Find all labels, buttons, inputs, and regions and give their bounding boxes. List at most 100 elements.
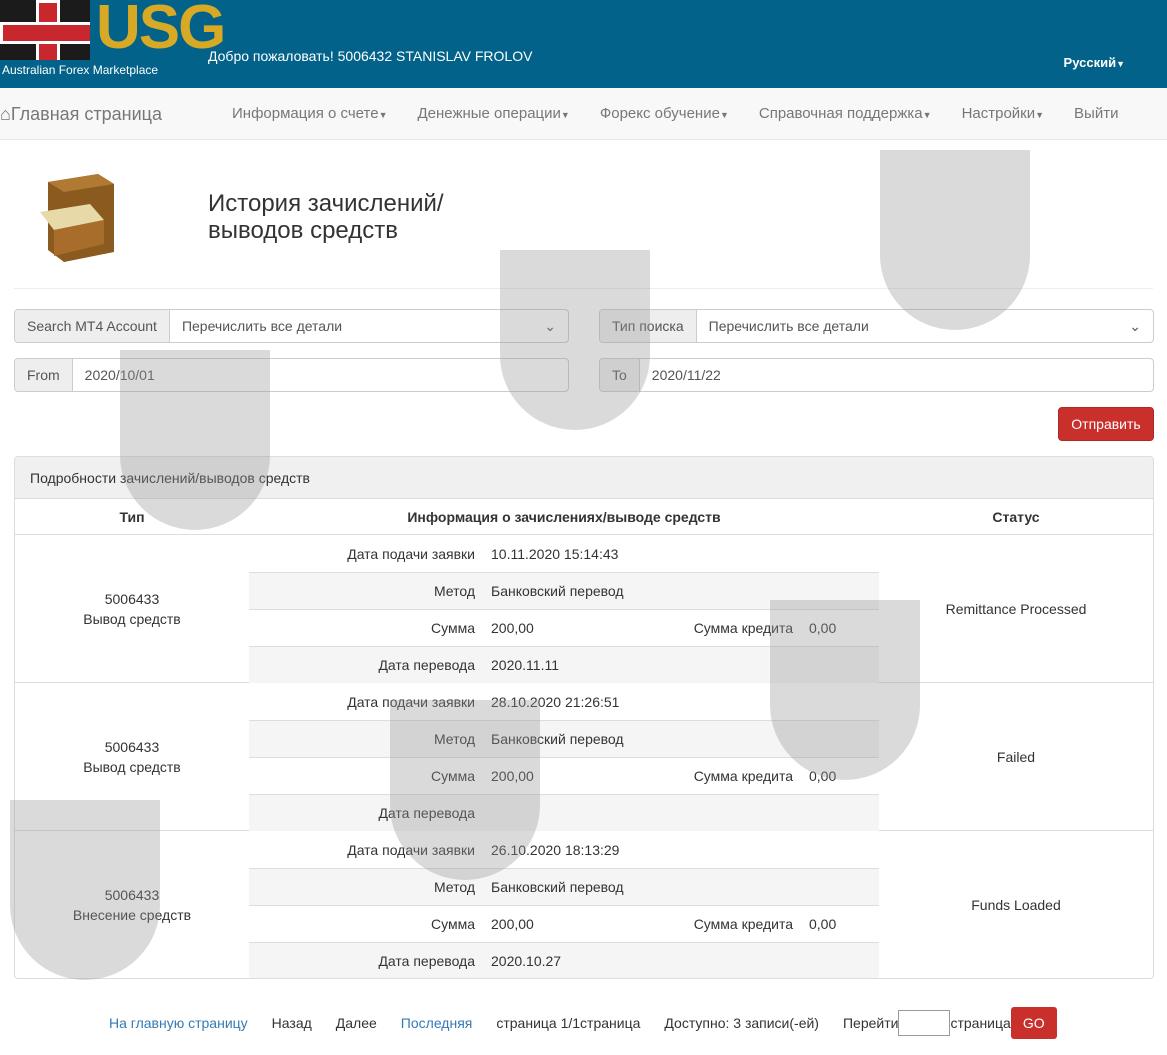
nav-forex-education[interactable]: Форекс обучение▼ bbox=[600, 105, 729, 122]
method: Банковский перевод bbox=[491, 583, 624, 599]
file-cabinet-icon bbox=[40, 174, 114, 262]
nav-account-info[interactable]: Информация о счете▼ bbox=[232, 105, 387, 122]
label-credit: Сумма кредита bbox=[693, 916, 793, 932]
col-status: Статус bbox=[992, 508, 1040, 525]
welcome-text: Добро пожаловать! 5006432 STANISLAV FROL… bbox=[208, 48, 533, 64]
nav-money-operations[interactable]: Денежные операции▼ bbox=[417, 105, 569, 122]
label-date: Дата подачи заявки bbox=[347, 545, 475, 562]
label-credit: Сумма кредита bbox=[693, 768, 793, 784]
search-type-label: Тип поиска bbox=[600, 310, 697, 342]
transaction-type: Внесение средств bbox=[72, 907, 192, 923]
pagination: На главную страницу Назад Далее Последня… bbox=[109, 1007, 1057, 1039]
goto-suffix: страница bbox=[950, 1015, 1011, 1031]
request-date: 10.11.2020 15:14:43 bbox=[491, 545, 619, 562]
credit-amount: 0,00 bbox=[809, 620, 837, 636]
label-transfer: Дата перевода bbox=[378, 805, 475, 821]
language-dropdown[interactable]: Русский▼ bbox=[1064, 55, 1125, 70]
nav-support[interactable]: Справочная поддержка▼ bbox=[759, 105, 932, 122]
usg-logo[interactable]: USG Australian Forex Marketplace bbox=[0, 0, 226, 80]
flag-icon bbox=[0, 0, 90, 60]
pager-last-link[interactable]: Последняя bbox=[401, 1015, 473, 1031]
label-date: Дата подачи заявки bbox=[347, 841, 475, 858]
account-label: Search MT4 Account bbox=[15, 310, 170, 342]
account-number: 5006433 bbox=[104, 590, 160, 607]
to-date-field[interactable]: To 2020/11/22 bbox=[599, 358, 1154, 392]
home-link[interactable]: ⌂Главная страница bbox=[0, 104, 162, 125]
request-date: 26.10.2020 18:13:29 bbox=[491, 841, 620, 858]
language-label: Русский bbox=[1063, 55, 1117, 70]
search-type-select[interactable]: Тип поиска Перечислить все детали ⌄ bbox=[599, 309, 1154, 343]
top-banner: USG Australian Forex Marketplace Добро п… bbox=[0, 0, 1167, 88]
label-method: Метод bbox=[433, 731, 475, 747]
table-header: Тип Информация о зачислениях/выводе сред… bbox=[15, 499, 1153, 535]
caret-icon: ▼ bbox=[719, 110, 729, 120]
amount: 200,00 bbox=[491, 768, 534, 784]
nav-logout[interactable]: Выйти bbox=[1074, 105, 1118, 122]
transaction-type: Вывод средств bbox=[83, 610, 181, 627]
label-method: Метод bbox=[433, 583, 475, 599]
caret-icon: ▼ bbox=[1035, 110, 1045, 120]
label-date: Дата подачи заявки bbox=[347, 693, 475, 710]
nav-label: Форекс обучение bbox=[599, 105, 720, 122]
status-text: Remittance Processed bbox=[945, 600, 1087, 617]
col-type: Тип bbox=[119, 508, 145, 525]
submit-button[interactable]: Отправить bbox=[1058, 407, 1154, 441]
title-line: выводов средств bbox=[208, 217, 398, 244]
nav-label: Справочная поддержка bbox=[758, 105, 923, 122]
to-value: 2020/11/22 bbox=[651, 367, 721, 383]
page-title: История зачислений/выводов средств bbox=[208, 190, 444, 244]
divider bbox=[14, 288, 1153, 289]
caret-icon: ▼ bbox=[560, 110, 570, 120]
transfer-date: 2020.10.27 bbox=[491, 953, 562, 969]
col-info: Информация о зачислениях/выводе средств bbox=[407, 508, 721, 525]
amount: 200,00 bbox=[491, 620, 534, 636]
home-icon: ⌂ bbox=[0, 104, 11, 124]
account-number: 5006433 bbox=[104, 738, 160, 755]
logo-text: USG bbox=[96, 0, 226, 62]
go-button[interactable]: GO bbox=[1010, 1007, 1057, 1039]
label-amount: Сумма bbox=[431, 916, 475, 932]
label-amount: Сумма bbox=[431, 620, 475, 636]
records-count: Доступно: 3 записи(-ей) bbox=[664, 1015, 819, 1031]
history-panel: Подробности зачислений/выводов средств Т… bbox=[14, 456, 1154, 979]
home-label: Главная страница bbox=[10, 104, 162, 124]
table-row: 5006433 Вывод средств Дата подачи заявки 2… bbox=[15, 683, 1153, 831]
credit-amount: 0,00 bbox=[809, 768, 837, 784]
caret-icon: ▼ bbox=[922, 110, 932, 120]
from-value: 2020/10/01 bbox=[84, 367, 155, 383]
title-line: История зачислений/ bbox=[208, 190, 444, 217]
table-row: 5006433 Внесение средств Дата подачи заяв… bbox=[15, 831, 1153, 978]
credit-amount: 0,00 bbox=[809, 916, 837, 932]
account-select[interactable]: Search MT4 Account Перечислить все детал… bbox=[14, 309, 569, 343]
logo-tagline: Australian Forex Marketplace bbox=[2, 63, 159, 77]
label-transfer: Дата перевода bbox=[378, 953, 475, 969]
label-credit: Сумма кредита bbox=[693, 620, 793, 636]
from-date-field[interactable]: From 2020/10/01 bbox=[14, 358, 569, 392]
label-transfer: Дата перевода bbox=[378, 657, 475, 673]
pager-next[interactable]: Далее bbox=[336, 1015, 377, 1031]
main-nav: ⌂Главная страница Информация о счете▼ Де… bbox=[0, 88, 1167, 140]
account-value: Перечислить все детали bbox=[181, 318, 343, 334]
nav-label: Денежные операции bbox=[417, 105, 561, 122]
search-type-value: Перечислить все детали bbox=[708, 318, 869, 334]
goto-page-input[interactable] bbox=[898, 1010, 951, 1036]
transfer-date: 2020.11.11 bbox=[491, 657, 559, 673]
label-method: Метод bbox=[433, 879, 475, 895]
nav-label: Информация о счете bbox=[232, 105, 379, 122]
pager-prev[interactable]: Назад bbox=[272, 1015, 312, 1031]
amount: 200,00 bbox=[491, 916, 534, 932]
table-row: 5006433 Вывод средств Дата подачи заявки 1… bbox=[15, 535, 1153, 683]
pager-home-link[interactable]: На главную страницу bbox=[109, 1015, 248, 1031]
method: Банковский перевод bbox=[491, 731, 624, 747]
chevron-down-icon: ⌄ bbox=[1129, 317, 1141, 334]
panel-title: Подробности зачислений/выводов средств bbox=[15, 457, 1153, 499]
method: Банковский перевод bbox=[491, 879, 624, 895]
to-label: To bbox=[600, 359, 640, 391]
account-number: 5006433 bbox=[104, 887, 160, 903]
transaction-type: Вывод средств bbox=[83, 758, 181, 775]
caret-icon: ▼ bbox=[378, 110, 388, 120]
nav-settings[interactable]: Настройки▼ bbox=[962, 105, 1044, 122]
status-text: Failed bbox=[996, 748, 1036, 765]
status-text: Funds Loaded bbox=[971, 897, 1061, 913]
label-amount: Сумма bbox=[431, 768, 475, 784]
